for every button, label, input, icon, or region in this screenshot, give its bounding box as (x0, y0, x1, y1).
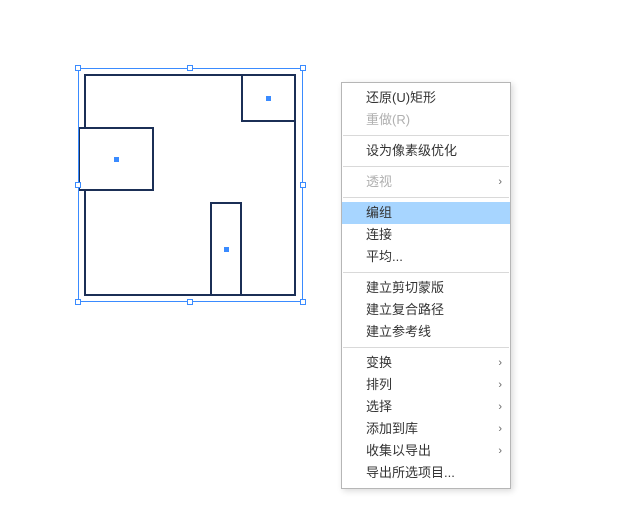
chevron-right-icon: › (498, 171, 502, 193)
menu-add-to-library-label: 添加到库 (366, 421, 418, 436)
selection-handle-se[interactable] (300, 299, 306, 305)
menu-make-guides-label: 建立参考线 (366, 324, 431, 339)
menu-redo: 重做(R) (342, 109, 510, 131)
menu-join[interactable]: 连接 (342, 224, 510, 246)
chevron-right-icon: › (498, 352, 502, 374)
menu-make-clipping-mask[interactable]: 建立剪切蒙版 (342, 277, 510, 299)
menu-join-label: 连接 (366, 227, 392, 242)
selection-bounding-box (78, 68, 303, 302)
menu-separator (343, 347, 509, 348)
menu-pixel-perfect-label: 设为像素级优化 (366, 143, 457, 158)
menu-separator (343, 197, 509, 198)
menu-separator (343, 272, 509, 273)
selection-handle-w[interactable] (75, 182, 81, 188)
menu-pixel-perfect[interactable]: 设为像素级优化 (342, 140, 510, 162)
menu-group[interactable]: 编组 (342, 202, 510, 224)
chevron-right-icon: › (498, 396, 502, 418)
chevron-right-icon: › (498, 440, 502, 462)
menu-average[interactable]: 平均... (342, 246, 510, 268)
menu-redo-label: 重做(R) (366, 112, 410, 127)
selection-handle-n[interactable] (187, 65, 193, 71)
menu-separator (343, 166, 509, 167)
menu-add-to-library[interactable]: 添加到库 › (342, 418, 510, 440)
anchor-left-square-center (114, 157, 119, 162)
menu-make-guides[interactable]: 建立参考线 (342, 321, 510, 343)
chevron-right-icon: › (498, 374, 502, 396)
menu-select[interactable]: 选择 › (342, 396, 510, 418)
menu-collect-for-export-label: 收集以导出 (366, 443, 431, 458)
selection-handle-e[interactable] (300, 182, 306, 188)
selection-handle-nw[interactable] (75, 65, 81, 71)
chevron-right-icon: › (498, 418, 502, 440)
menu-make-clipping-mask-label: 建立剪切蒙版 (366, 280, 444, 295)
context-menu[interactable]: 还原(U)矩形 重做(R) 设为像素级优化 透视 › 编组 连接 平均... 建… (341, 82, 511, 489)
menu-perspective-label: 透视 (366, 174, 392, 189)
menu-select-label: 选择 (366, 399, 392, 414)
menu-group-label: 编组 (366, 205, 392, 220)
menu-export-selection[interactable]: 导出所选项目... (342, 462, 510, 484)
selection-handle-sw[interactable] (75, 299, 81, 305)
menu-undo[interactable]: 还原(U)矩形 (342, 87, 510, 109)
menu-arrange[interactable]: 排列 › (342, 374, 510, 396)
menu-arrange-label: 排列 (366, 377, 392, 392)
menu-average-label: 平均... (366, 249, 403, 264)
menu-separator (343, 135, 509, 136)
menu-export-selection-label: 导出所选项目... (366, 465, 455, 480)
anchor-vertical-center (224, 247, 229, 252)
selection-handle-s[interactable] (187, 299, 193, 305)
menu-transform-label: 变换 (366, 355, 392, 370)
menu-undo-label: 还原(U)矩形 (366, 90, 436, 105)
menu-make-compound-path-label: 建立复合路径 (366, 302, 444, 317)
menu-transform[interactable]: 变换 › (342, 352, 510, 374)
menu-make-compound-path[interactable]: 建立复合路径 (342, 299, 510, 321)
selection-handle-ne[interactable] (300, 65, 306, 71)
menu-perspective: 透视 › (342, 171, 510, 193)
menu-collect-for-export[interactable]: 收集以导出 › (342, 440, 510, 462)
design-canvas[interactable] (0, 0, 640, 525)
anchor-top-right-center (266, 96, 271, 101)
